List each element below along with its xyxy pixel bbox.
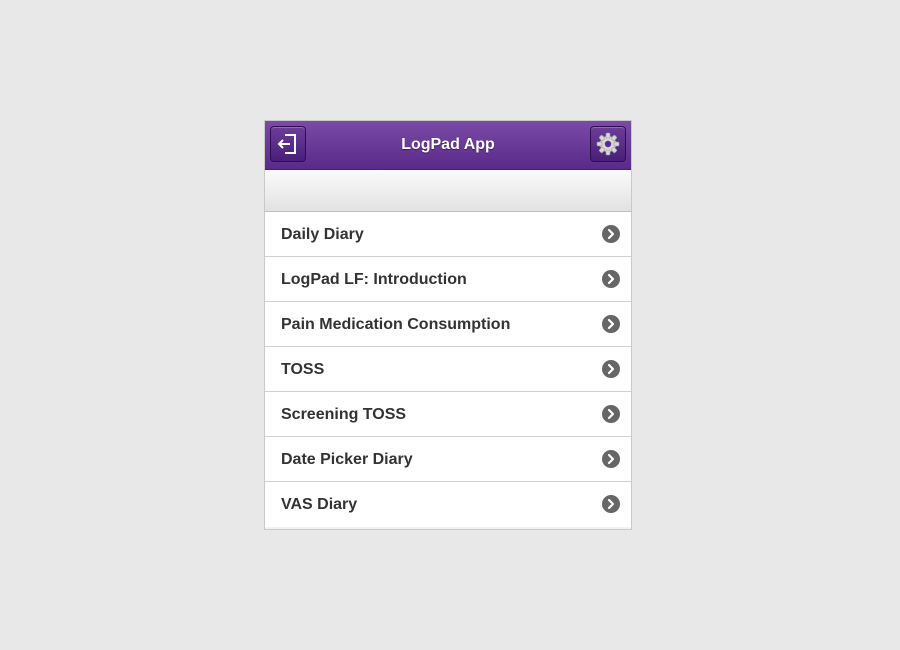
list-item-pain-medication-consumption[interactable]: Pain Medication Consumption bbox=[265, 302, 631, 347]
list-item-label: LogPad LF: Introduction bbox=[281, 271, 467, 288]
list-item-daily-diary[interactable]: Daily Diary bbox=[265, 212, 631, 257]
settings-button[interactable] bbox=[590, 126, 626, 162]
chevron-right-circle-icon bbox=[602, 360, 620, 378]
list-item-label: VAS Diary bbox=[281, 496, 358, 513]
chevron-right-circle-icon bbox=[602, 450, 620, 468]
chevron-right-circle-icon bbox=[602, 270, 620, 288]
page-title: LogPad App bbox=[401, 136, 495, 153]
list-item-label: Daily Diary bbox=[281, 226, 364, 243]
list-item-label: Screening TOSS bbox=[281, 406, 407, 423]
chevron-right-circle-icon bbox=[602, 495, 620, 513]
chevron-right-circle-icon bbox=[602, 225, 620, 243]
sub-toolbar bbox=[265, 170, 631, 212]
list-item-label: TOSS bbox=[281, 361, 325, 378]
list-item-screening-toss[interactable]: Screening TOSS bbox=[265, 392, 631, 437]
app-window: LogPad App Daily Diary LogPad LF: Introd… bbox=[264, 120, 632, 530]
list-item-logpad-lf-introduction[interactable]: LogPad LF: Introduction bbox=[265, 257, 631, 302]
diary-list: Daily Diary LogPad LF: Introduction Pain… bbox=[265, 212, 631, 527]
header-bar: LogPad App bbox=[265, 121, 631, 170]
list-item-label: Date Picker Diary bbox=[281, 451, 413, 468]
chevron-right-circle-icon bbox=[602, 315, 620, 333]
gear-icon bbox=[596, 132, 620, 156]
chevron-right-circle-icon bbox=[602, 405, 620, 423]
list-item-label: Pain Medication Consumption bbox=[281, 316, 511, 333]
list-item-toss[interactable]: TOSS bbox=[265, 347, 631, 392]
list-item-vas-diary[interactable]: VAS Diary bbox=[265, 482, 631, 527]
list-item-date-picker-diary[interactable]: Date Picker Diary bbox=[265, 437, 631, 482]
